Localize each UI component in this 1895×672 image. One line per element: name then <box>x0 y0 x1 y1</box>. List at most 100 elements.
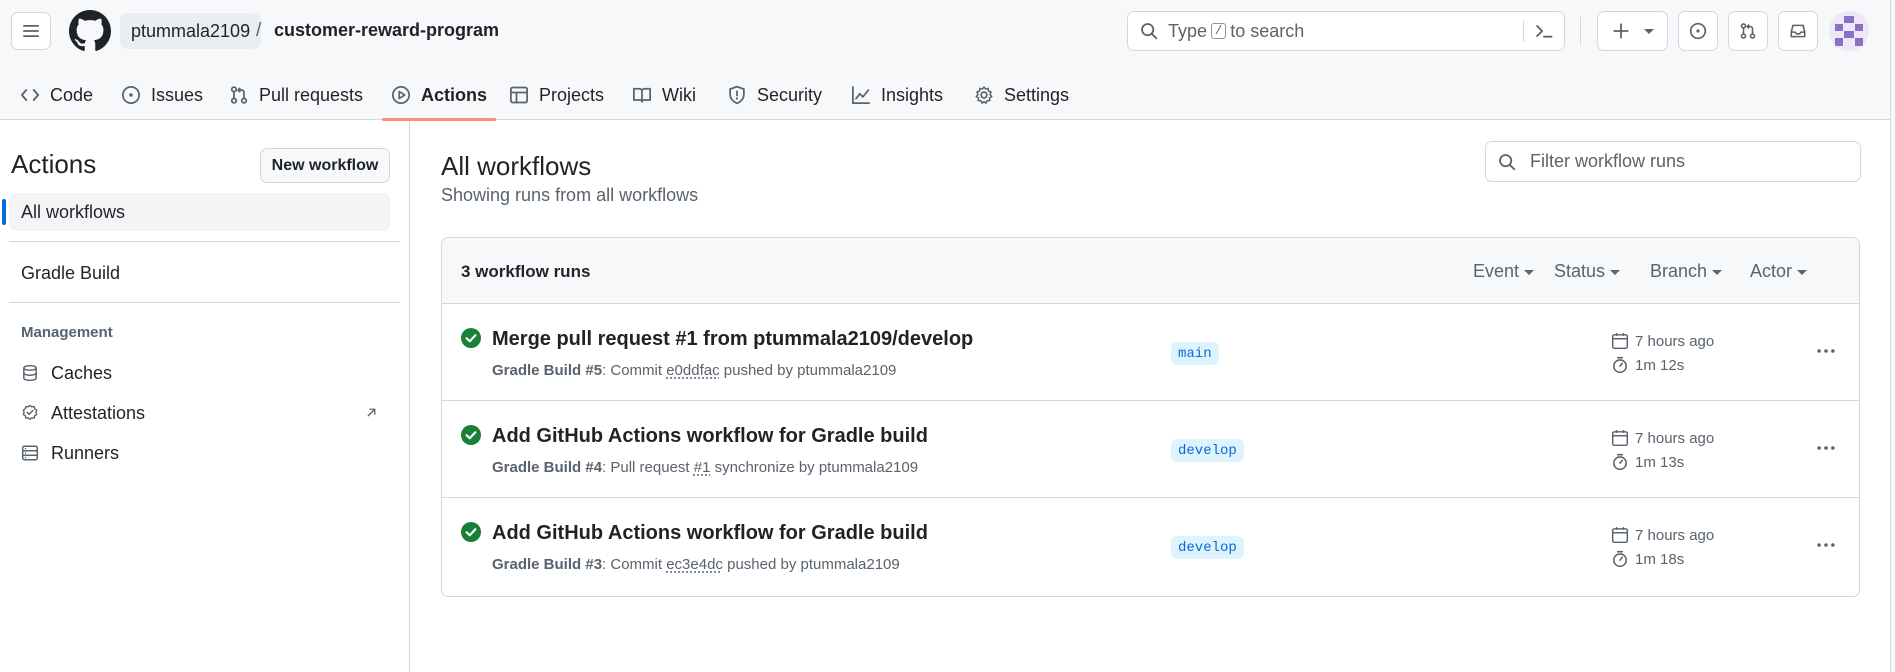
chevron-down-icon <box>1524 270 1535 275</box>
sidebar-item-attestations[interactable]: Attestations <box>9 394 390 432</box>
issue-icon <box>121 85 141 105</box>
tab-label: Wiki <box>662 84 696 105</box>
user-avatar[interactable] <box>1829 11 1869 51</box>
repo-header: ptummala2109 / customer-reward-program T… <box>0 0 1895 121</box>
stopwatch-icon <box>1611 550 1629 568</box>
breadcrumb-repo[interactable]: customer-reward-program <box>274 20 499 41</box>
sidebar-divider <box>9 302 400 303</box>
tab-pull-requests[interactable]: Pull requests <box>229 70 363 120</box>
tab-actions[interactable]: Actions <box>381 70 497 121</box>
inbox-icon <box>1790 24 1806 38</box>
breadcrumb-separator: / <box>256 20 262 41</box>
run-workflow-name: Gradle Build <box>492 556 582 573</box>
kebab-horizontal-icon[interactable] <box>1815 437 1837 459</box>
tab-label: Issues <box>151 84 204 105</box>
run-ref-link[interactable]: ec3e4dc <box>666 556 723 573</box>
calendar-icon <box>1611 429 1629 447</box>
run-meta-prefix: : Commit <box>602 362 663 379</box>
play-icon <box>391 85 411 105</box>
tab-settings[interactable]: Settings <box>974 70 1069 120</box>
header-divider <box>1580 17 1581 45</box>
status-filter-dropdown[interactable]: Status <box>1554 261 1621 282</box>
create-new-button[interactable] <box>1597 11 1668 51</box>
management-heading: Management <box>21 324 113 341</box>
calendar-icon <box>1611 332 1629 350</box>
tab-label: Projects <box>539 84 605 105</box>
identicon-icon <box>1829 11 1869 51</box>
filter-input[interactable] <box>1528 150 1838 173</box>
menu-button[interactable] <box>11 12 51 50</box>
kebab-horizontal-icon[interactable] <box>1815 534 1837 556</box>
tab-security[interactable]: Security <box>727 70 822 120</box>
plus-icon <box>1612 23 1629 39</box>
check-circle-icon <box>461 425 481 445</box>
filter-workflow-runs[interactable] <box>1485 141 1861 182</box>
run-title-link[interactable]: Merge pull request #1 from ptummala2109/… <box>492 328 973 351</box>
tab-issues[interactable]: Issues <box>121 70 203 120</box>
run-duration: 1m 18s <box>1635 550 1685 568</box>
window-scrollbar[interactable] <box>1890 0 1895 672</box>
branch-label[interactable]: develop <box>1171 439 1244 462</box>
tab-label: Settings <box>1004 84 1070 105</box>
tab-code[interactable]: Code <box>20 70 93 120</box>
tab-projects[interactable]: Projects <box>509 70 604 120</box>
sidebar-item-runners[interactable]: Runners <box>9 434 390 472</box>
top-bar: ptummala2109 / customer-reward-program T… <box>0 0 1895 64</box>
verified-icon <box>21 404 39 422</box>
check-circle-icon <box>461 328 481 348</box>
run-meta-suffix: pushed by ptummala2109 <box>723 362 897 379</box>
actor-filter-dropdown[interactable]: Actor <box>1750 261 1808 282</box>
run-title-link[interactable]: Add GitHub Actions workflow for Gradle b… <box>492 425 928 448</box>
table-row[interactable]: Add GitHub Actions workflow for Gradle b… <box>442 498 1859 595</box>
chevron-down-icon <box>1610 270 1621 275</box>
sidebar-item-gradle-build[interactable]: Gradle Build <box>9 254 390 292</box>
tab-label: Code <box>50 84 94 105</box>
branch-label[interactable]: develop <box>1171 536 1244 559</box>
branch-label[interactable]: main <box>1171 342 1219 365</box>
filter-label: Actor <box>1750 261 1793 281</box>
search-divider <box>1523 20 1524 42</box>
run-time: 7 hours ago <box>1635 332 1715 350</box>
sidebar-item-all-workflows[interactable]: All workflows <box>2 193 390 231</box>
pull-request-icon <box>1740 23 1756 39</box>
event-filter-dropdown[interactable]: Event <box>1473 261 1535 282</box>
command-palette-icon[interactable] <box>1534 21 1554 41</box>
tab-insights[interactable]: Insights <box>851 70 943 120</box>
pull-requests-button[interactable] <box>1728 11 1768 51</box>
github-logo-icon[interactable] <box>69 10 111 52</box>
run-number: #5 <box>585 362 603 379</box>
book-icon <box>632 85 652 105</box>
table-row[interactable]: Add GitHub Actions workflow for Gradle b… <box>442 401 1859 498</box>
run-meta: Gradle Build #4: Pull request #1 synchro… <box>492 459 918 476</box>
sidebar-item-label: Runners <box>51 442 120 463</box>
issue-icon <box>1689 22 1707 40</box>
issues-button[interactable] <box>1678 11 1718 51</box>
breadcrumb-owner[interactable]: ptummala2109 <box>120 13 262 49</box>
run-timing: 7 hours ago 1m 18s <box>1611 523 1714 571</box>
run-ref-link[interactable]: e0ddfac <box>666 362 719 379</box>
pull-request-icon <box>229 85 249 105</box>
tab-wiki[interactable]: Wiki <box>632 70 696 120</box>
hamburger-icon <box>23 25 39 37</box>
tab-label: Security <box>757 84 823 105</box>
gear-icon <box>974 85 994 105</box>
workflow-runs-table: 3 workflow runs Event Status Branch Acto… <box>441 237 1860 597</box>
global-search-input[interactable]: Type / to search <box>1127 11 1565 51</box>
sidebar-item-label: All workflows <box>21 201 126 222</box>
sidebar-item-label: Gradle Build <box>21 262 121 283</box>
run-meta: Gradle Build #5: Commit e0ddfac pushed b… <box>492 362 896 379</box>
repo-tabs: Code Issues Pull requests Actions Projec… <box>0 70 1895 121</box>
table-row[interactable]: Merge pull request #1 from ptummala2109/… <box>442 304 1859 401</box>
arrow-up-right-icon <box>365 406 378 419</box>
inbox-button[interactable] <box>1778 11 1818 51</box>
search-icon <box>1498 153 1516 171</box>
stopwatch-icon <box>1611 453 1629 471</box>
run-number: #3 <box>585 556 603 573</box>
new-workflow-button[interactable]: New workflow <box>260 148 390 183</box>
kebab-horizontal-icon[interactable] <box>1815 340 1837 362</box>
filter-label: Status <box>1554 261 1606 281</box>
sidebar-item-caches[interactable]: Caches <box>9 354 390 392</box>
branch-filter-dropdown[interactable]: Branch <box>1650 261 1723 282</box>
run-ref-link[interactable]: #1 <box>694 459 711 476</box>
run-title-link[interactable]: Add GitHub Actions workflow for Gradle b… <box>492 522 928 545</box>
